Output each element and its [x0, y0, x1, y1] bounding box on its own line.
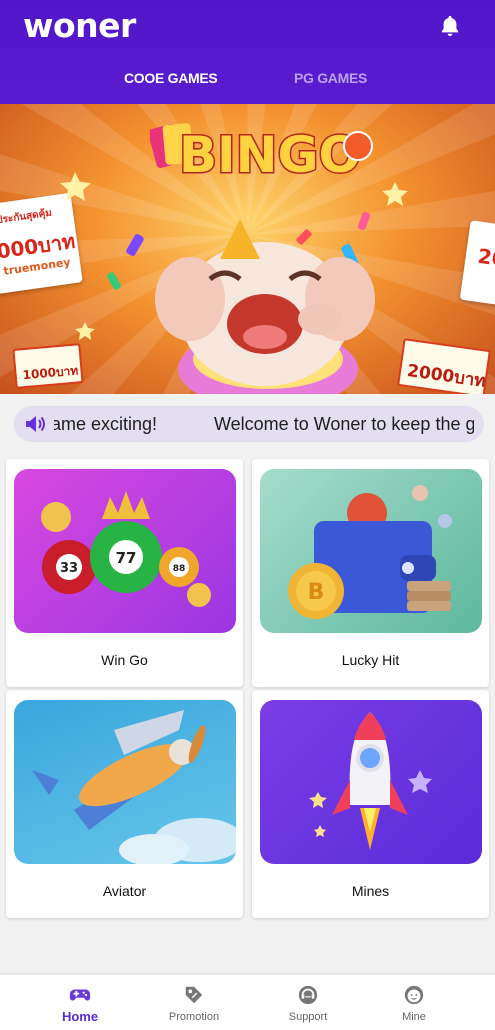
lucky-hit-thumbnail: B [260, 469, 482, 633]
user-face-icon [404, 985, 424, 1005]
bingo-mascot-illustration [155, 219, 375, 394]
rocket-icon [309, 712, 432, 850]
marquee-text-tail: game exciting! [54, 414, 158, 434]
app-logo: woner [23, 6, 136, 45]
game-card-aviator[interactable]: Aviator [6, 690, 243, 918]
svg-text:33: 33 [60, 561, 78, 576]
nav-home-label: Home [61, 1009, 99, 1024]
marquee-viewport: game exciting! Welcome to Woner to keep … [54, 406, 474, 442]
tab-cooe-games[interactable]: COOE GAMES [124, 70, 218, 86]
nav-promotion-label: Promotion [168, 1011, 220, 1023]
svg-text:B: B [308, 580, 325, 605]
game-card-win-go[interactable]: 33 77 88 Win Go [6, 459, 243, 687]
bottom-navigation: Home Promotion Support Mine [0, 975, 495, 1030]
airplane-icon [32, 710, 236, 864]
game-card-lucky-hit[interactable]: B Lucky Hit [252, 459, 489, 687]
tab-pg-games[interactable]: PG GAMES [294, 70, 367, 86]
svg-text:88: 88 [173, 564, 186, 574]
nav-mine[interactable]: Mine [369, 975, 459, 1030]
nav-promotion[interactable]: Promotion [149, 975, 239, 1030]
game-card-mines[interactable]: Mines [252, 690, 489, 918]
mines-thumbnail [260, 700, 482, 864]
gamepad-icon [69, 989, 91, 1001]
aviator-thumbnail [14, 700, 236, 864]
marquee-text-head: Welcome to Woner to keep the g [214, 414, 474, 434]
nav-support-label: Support [288, 1011, 328, 1023]
headset-icon [298, 985, 318, 1005]
game-category-tabs: COOE GAMES PG GAMES [0, 70, 495, 96]
game-card-label: Win Go [101, 652, 148, 668]
game-card-label: Lucky Hit [341, 652, 400, 668]
game-card-label: Mines [351, 883, 390, 899]
announcement-marquee[interactable]: game exciting! Welcome to Woner to keep … [14, 406, 484, 442]
app-header: woner COOE GAMES PG GAMES [0, 0, 495, 104]
nav-support[interactable]: Support [263, 975, 353, 1030]
wallet-coins-icon: B [288, 485, 452, 619]
nav-mine-label: Mine [402, 1011, 426, 1023]
tag-icon [185, 986, 203, 1004]
svg-text:77: 77 [116, 549, 137, 567]
speaker-icon [26, 416, 45, 432]
game-card-label: Aviator [102, 883, 147, 899]
notification-bell-icon[interactable] [439, 14, 461, 38]
lottery-balls-icon: 33 77 88 [41, 491, 211, 607]
nav-home[interactable]: Home [35, 975, 125, 1030]
promo-banner[interactable]: ประกันสุดคุ้ม 000บาท truemoney 1000บาท 2… [0, 104, 495, 394]
win-go-thumbnail: 33 77 88 [14, 469, 236, 633]
